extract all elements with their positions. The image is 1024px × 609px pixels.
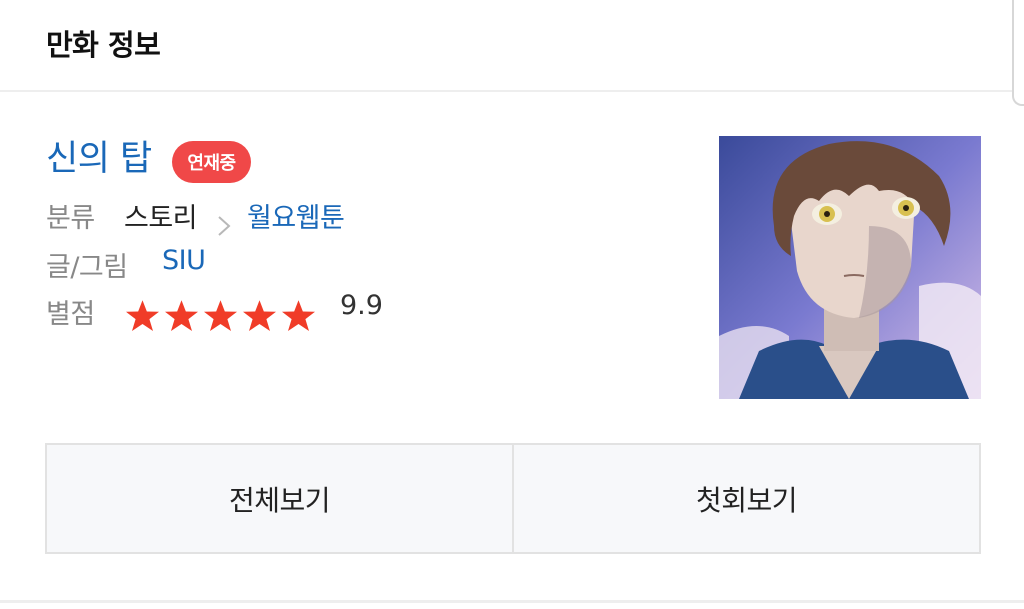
action-buttons: 전체보기 첫회보기 <box>45 443 981 554</box>
comic-thumbnail[interactable] <box>719 136 981 399</box>
category-value: 스토리 <box>124 203 198 234</box>
author-label: 글/그림 <box>46 252 128 283</box>
page-title: 만화 정보 <box>46 28 161 62</box>
divider <box>0 600 1024 603</box>
star-icon <box>282 300 315 331</box>
rating-label: 별점 <box>46 299 95 330</box>
header: 만화 정보 <box>0 0 1012 92</box>
first-episode-button[interactable]: 첫회보기 <box>512 445 979 552</box>
subcategory-link[interactable]: 월요웹툰 <box>247 196 345 235</box>
star-icon <box>126 300 159 331</box>
author-link[interactable]: SIU <box>162 245 206 276</box>
status-badge: 연재중 <box>172 141 251 183</box>
star-icon <box>204 300 237 331</box>
rating-value: 9.9 <box>340 290 383 321</box>
view-all-button[interactable]: 전체보기 <box>47 445 512 552</box>
side-scroll-edge <box>1012 0 1024 106</box>
comic-info-page: 만화 정보 신의 탑 연재중 분류 스토리 월요웹툰 글/그림 SIU 별점 9… <box>0 0 1024 609</box>
star-icon <box>165 300 198 331</box>
comic-title[interactable]: 신의 탑 <box>46 130 152 181</box>
chevron-right-icon <box>218 216 231 236</box>
star-icon <box>243 300 276 331</box>
category-label: 분류 <box>46 203 95 234</box>
rating-stars <box>124 298 317 334</box>
